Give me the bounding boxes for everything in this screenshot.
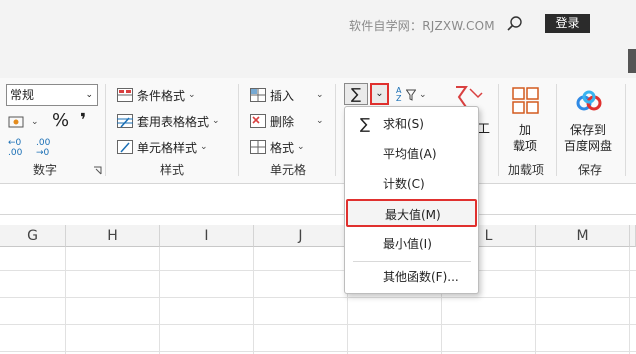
addins-button-line2[interactable]: 载项 [513,135,537,155]
menu-item-count[interactable]: 计数(C) [346,170,477,198]
menu-item-more-functions[interactable]: 其他函数(F)... [346,263,477,291]
grid-line [65,247,66,354]
search-icon[interactable] [506,15,524,33]
window-edge [628,49,636,73]
chevron-down-icon: ⌄ [316,90,324,100]
conditional-format-icon [117,88,133,102]
save-to-netdisk-line2[interactable]: 百度网盘 [564,135,612,155]
formula-bar[interactable] [0,185,636,215]
menu-item-label: 平均值(A) [383,147,437,161]
column-header-i[interactable]: I [160,225,254,247]
baidu-netdisk-icon[interactable] [576,90,602,112]
chevron-down-icon: ⌄ [212,116,220,126]
autosum-button[interactable]: ∑ [344,83,368,105]
menu-item-average[interactable]: 平均值(A) [346,140,477,168]
group-divider [625,84,626,176]
menu-item-label: 最大值(M) [385,208,441,222]
chevron-down-icon: ⌄ [316,116,324,126]
save-group-label: 保存 [577,163,602,177]
delete-label: 删除 [270,114,295,129]
ribbon: 常规 ⌄ ⌄ % ❜ ←0 .00 .00 →0 数字 条件格式 ⌄ 套用表格格… [0,78,636,184]
percent-style-button[interactable]: % [52,110,69,131]
grid-line [0,270,636,271]
table-format-icon [117,114,133,128]
conditional-format-label: 条件格式 [137,88,186,103]
group-divider [238,84,239,176]
cell-styles-icon [117,140,133,154]
insert-cells-icon [250,88,266,102]
decrease-decimal-button[interactable]: .00 →0 [36,138,58,158]
menu-divider [353,261,471,262]
group-divider [498,84,499,176]
menu-item-label: 最小值(I) [383,237,432,251]
delete-button[interactable]: 删除 ⌄ [250,111,324,131]
insert-button[interactable]: 插入 ⌄ [250,85,324,105]
sort-az-icon: A Z [396,86,402,103]
column-header-g[interactable]: G [0,225,66,247]
column-header-n[interactable] [630,225,636,247]
increase-decimal-button[interactable]: ←0 .00 [8,138,30,158]
grid-line [535,247,536,354]
chevron-down-icon: ⌄ [31,117,39,127]
delete-cells-icon [250,114,266,128]
format-label: 格式 [270,140,295,155]
chevron-down-icon: ⌄ [188,90,196,100]
grid-line [629,247,630,354]
grid-line [253,247,254,354]
autosum-menu: ∑ 求和(S) 平均值(A) 计数(C) 最大值(M) 最小值(I) 其他函数(… [344,106,479,294]
autosum-dropdown-arrow[interactable]: ⌄ [370,83,389,105]
chevron-down-icon: ⌄ [297,142,305,152]
comma-style-button[interactable]: ❜ [80,110,86,131]
menu-item-max[interactable]: 最大值(M) [346,199,477,227]
cells-group-label: 单元格 [269,163,306,177]
column-header-m[interactable]: M [536,225,630,247]
group-divider [335,84,336,176]
group-divider [105,84,106,176]
format-cells-icon [250,140,266,154]
sort-filter-button[interactable]: A Z ⌄ [396,85,427,105]
cell-styles-button[interactable]: 单元格样式 ⌄ [117,137,208,157]
number-format-select[interactable]: 常规 ⌄ [6,84,98,106]
grid-line [0,324,636,325]
chevron-down-icon: ⌄ [419,90,427,100]
sigma-icon: ∑ [360,115,371,133]
group-divider [556,84,557,176]
title-bar: 软件自学网：RJZXW.COM 登录 [0,0,636,78]
addins-icon[interactable] [512,87,540,115]
column-header-j[interactable]: J [254,225,348,247]
number-format-value: 常规 [10,88,35,102]
currency-icon [8,116,24,128]
chevron-down-icon: ⌄ [200,142,208,152]
menu-item-label: 其他函数(F)... [383,270,459,284]
addins-group-label: 加载项 [507,163,544,177]
grid-line [159,247,160,354]
conditional-format-button[interactable]: 条件格式 ⌄ [117,85,196,105]
menu-item-label: 求和(S) [383,117,424,131]
site-watermark: 软件自学网：RJZXW.COM [349,19,495,33]
number-group-label: 数字 [32,163,57,177]
grid-line [0,297,636,298]
format-button[interactable]: 格式 ⌄ [250,137,305,157]
format-as-table-label: 套用表格格式 [137,114,210,129]
grid-line [0,351,636,352]
styles-group-label: 样式 [159,163,184,177]
format-as-table-button[interactable]: 套用表格格式 ⌄ [117,111,220,131]
filter-icon [406,89,416,101]
dialog-launcher-icon[interactable] [93,166,102,175]
menu-item-min[interactable]: 最小值(I) [346,230,477,258]
cell-styles-label: 单元格样式 [137,140,198,155]
insert-label: 插入 [270,88,295,103]
chevron-down-icon: ⌄ [85,90,93,100]
column-header-h[interactable]: H [66,225,160,247]
menu-item-sum[interactable]: ∑ 求和(S) [346,110,477,138]
chevron-down-icon: ⌄ [375,88,384,99]
menu-item-label: 计数(C) [383,177,425,191]
accounting-format-button[interactable]: ⌄ [8,112,39,132]
login-button[interactable]: 登录 [545,14,590,33]
